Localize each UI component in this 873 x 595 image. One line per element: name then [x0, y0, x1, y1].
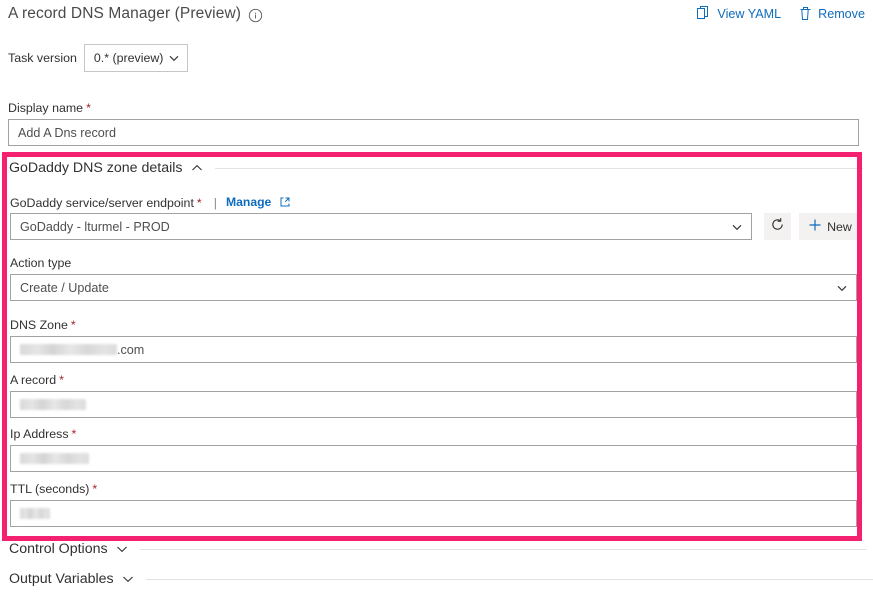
- view-yaml-label: View YAML: [717, 6, 782, 21]
- ip-address-input[interactable]: [10, 445, 857, 472]
- a-record-label-text: A record: [10, 373, 57, 387]
- new-endpoint-button[interactable]: New: [799, 213, 861, 240]
- remove-button[interactable]: Remove: [799, 6, 865, 21]
- dns-zone-suffix: .com: [117, 342, 145, 357]
- section-header-godaddy-dns-zone-details[interactable]: GoDaddy DNS zone details: [9, 160, 863, 176]
- ttl-input[interactable]: [10, 500, 857, 527]
- section-divider: [214, 167, 863, 169]
- display-name-input[interactable]: Add A Dns record: [8, 119, 859, 146]
- view-yaml-button[interactable]: View YAML: [697, 6, 781, 21]
- new-endpoint-label: New: [827, 219, 852, 234]
- task-version-row: Task version 0.* (preview): [8, 44, 188, 72]
- display-name-label-text: Display name: [8, 101, 84, 115]
- label-separator: |: [213, 195, 217, 210]
- remove-label: Remove: [818, 6, 865, 21]
- section-divider: [139, 548, 867, 550]
- chevron-down-icon: [731, 221, 743, 233]
- section-divider: [145, 578, 873, 580]
- ip-address-label-text: Ip Address: [10, 427, 69, 441]
- chevron-down-icon: [115, 542, 129, 556]
- task-version-label: Task version: [8, 51, 77, 65]
- dns-zone-label: DNS Zone *: [10, 318, 76, 332]
- display-name-value: Add A Dns record: [18, 125, 117, 140]
- required-marker: *: [92, 482, 98, 496]
- section-header-output-variables[interactable]: Output Variables: [9, 571, 873, 587]
- action-type-label: Action type: [10, 256, 72, 270]
- trash-icon: [799, 6, 812, 21]
- section-label: Output Variables: [9, 571, 114, 587]
- redacted-value: [20, 508, 50, 519]
- plus-icon: [808, 218, 822, 235]
- task-version-value: 0.* (preview): [93, 51, 164, 65]
- task-version-select[interactable]: 0.* (preview): [83, 44, 188, 72]
- page-title: A record DNS Manager (Preview): [8, 5, 241, 22]
- a-record-label: A record *: [10, 373, 64, 387]
- endpoint-label-row: GoDaddy service/server endpoint * | Manag…: [10, 195, 290, 210]
- endpoint-value: GoDaddy - lturmel - PROD: [20, 219, 170, 234]
- redacted-value: [20, 399, 86, 410]
- chevron-up-icon: [190, 161, 204, 175]
- header-actions: View YAML Remove: [697, 6, 865, 21]
- endpoint-select[interactable]: GoDaddy - lturmel - PROD: [10, 213, 752, 240]
- dns-zone-input[interactable]: .com: [10, 336, 857, 363]
- redacted-value: [20, 453, 89, 464]
- chevron-down-icon: [168, 52, 180, 64]
- manage-link[interactable]: Manage: [226, 195, 290, 210]
- task-editor-panel: A record DNS Manager (Preview) View YAML: [0, 0, 873, 595]
- chevron-down-icon: [121, 572, 135, 586]
- panel-header: A record DNS Manager (Preview) View YAML: [0, 0, 873, 36]
- action-type-value: Create / Update: [20, 280, 109, 295]
- a-record-input[interactable]: [10, 391, 857, 418]
- action-type-select[interactable]: Create / Update: [10, 274, 857, 301]
- copy-document-icon: [697, 6, 711, 21]
- ttl-label-text: TTL (seconds): [10, 482, 90, 496]
- display-name-label: Display name *: [8, 101, 91, 115]
- required-marker: *: [71, 427, 77, 441]
- endpoint-label: GoDaddy service/server endpoint: [10, 195, 194, 210]
- refresh-icon: [770, 217, 785, 237]
- section-label: GoDaddy DNS zone details: [9, 160, 183, 176]
- required-marker: *: [59, 373, 64, 387]
- required-marker: *: [196, 195, 202, 210]
- info-circle-icon[interactable]: [248, 8, 263, 23]
- chevron-down-icon: [836, 282, 848, 294]
- external-link-icon: [280, 196, 290, 210]
- refresh-endpoints-button[interactable]: [764, 213, 791, 240]
- manage-link-label: Manage: [225, 195, 272, 209]
- redacted-value: [20, 344, 117, 355]
- ip-address-label: Ip Address *: [10, 427, 76, 441]
- dns-zone-label-text: DNS Zone: [10, 318, 68, 332]
- ttl-label: TTL (seconds) *: [10, 482, 97, 496]
- section-label: Control Options: [9, 541, 108, 557]
- section-header-control-options[interactable]: Control Options: [9, 541, 867, 557]
- required-marker: *: [70, 318, 76, 332]
- required-marker: *: [86, 101, 91, 115]
